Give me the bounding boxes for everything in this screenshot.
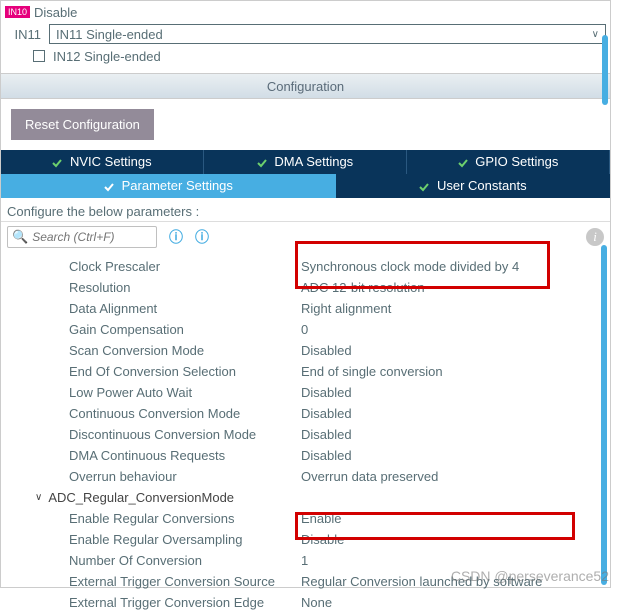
tab-nvic-label: NVIC Settings <box>70 154 152 169</box>
param-value: Disabled <box>301 385 352 400</box>
configuration-header: Configuration <box>1 73 610 99</box>
search-prev-icon[interactable]: ⓘ <box>169 227 183 247</box>
param-name: DMA Continuous Requests <box>21 448 301 463</box>
configure-params-label: Configure the below parameters : <box>1 198 610 222</box>
in11-select-value: IN11 Single-ended <box>56 27 163 42</box>
group-adc-regular[interactable]: ∨ ADC_Regular_ConversionMode <box>21 487 610 508</box>
search-input-box[interactable]: 🔍 <box>7 226 157 248</box>
in11-select[interactable]: IN11 Single-ended ∨ <box>49 24 606 44</box>
param-value: Disabled <box>301 406 352 421</box>
param-row[interactable]: Enable Regular ConversionsEnable <box>21 508 610 529</box>
check-icon <box>257 158 267 168</box>
param-name: Enable Regular Conversions <box>21 511 301 526</box>
param-value: Enable <box>301 511 341 526</box>
param-row[interactable]: Data AlignmentRight alignment <box>21 298 610 319</box>
param-value: Disabled <box>301 427 352 442</box>
pin-in10-tag: IN10 <box>5 6 30 18</box>
param-value: None <box>301 595 332 610</box>
check-icon <box>419 182 429 192</box>
param-value: Disabled <box>301 343 352 358</box>
tab-parameter-settings[interactable]: Parameter Settings <box>1 174 336 198</box>
param-row[interactable]: Scan Conversion ModeDisabled <box>21 340 610 361</box>
param-row[interactable]: ResolutionADC 12-bit resolution <box>21 277 610 298</box>
watermark: CSDN @perseverance52 <box>451 568 609 584</box>
param-name: External Trigger Conversion Source <box>21 574 301 589</box>
info-icon[interactable]: i <box>586 228 604 246</box>
tab-gpio-settings[interactable]: GPIO Settings <box>407 150 610 174</box>
param-value: Disable <box>301 532 344 547</box>
check-icon <box>104 182 114 192</box>
param-name: Enable Regular Oversampling <box>21 532 301 547</box>
param-value: Right alignment <box>301 301 391 316</box>
param-row[interactable]: Gain Compensation0 <box>21 319 610 340</box>
tab-gpio-label: GPIO Settings <box>475 154 558 169</box>
param-value: 0 <box>301 322 308 337</box>
group-label: ADC_Regular_ConversionMode <box>48 490 234 505</box>
scrollbar-top[interactable] <box>602 35 608 105</box>
param-row[interactable]: External Trigger Conversion EdgeNone <box>21 592 610 613</box>
param-name: Continuous Conversion Mode <box>21 406 301 421</box>
scrollbar-params[interactable] <box>601 245 607 585</box>
in11-label: IN11 <box>5 27 45 42</box>
param-value: Overrun data preserved <box>301 469 438 484</box>
check-icon <box>458 158 468 168</box>
param-name: Low Power Auto Wait <box>21 385 301 400</box>
tab-nvic-settings[interactable]: NVIC Settings <box>1 150 204 174</box>
tab-user-constants[interactable]: User Constants <box>336 174 610 198</box>
chevron-down-icon: ∨ <box>35 492 42 503</box>
param-row[interactable]: Enable Regular OversamplingDisable <box>21 529 610 550</box>
param-row[interactable]: Discontinuous Conversion ModeDisabled <box>21 424 610 445</box>
param-row[interactable]: Low Power Auto WaitDisabled <box>21 382 610 403</box>
param-name: End Of Conversion Selection <box>21 364 301 379</box>
tab-user-label: User Constants <box>437 178 527 193</box>
param-name: External Trigger Conversion Edge <box>21 595 301 610</box>
param-name: Number Of Conversion <box>21 553 301 568</box>
in12-label: IN12 Single-ended <box>53 49 161 64</box>
param-name: Overrun behaviour <box>21 469 301 484</box>
param-row[interactable]: Continuous Conversion ModeDisabled <box>21 403 610 424</box>
param-name: Clock Prescaler <box>21 259 301 274</box>
tab-dma-settings[interactable]: DMA Settings <box>204 150 407 174</box>
param-value: Disabled <box>301 448 352 463</box>
param-name: Gain Compensation <box>21 322 301 337</box>
param-row[interactable]: Clock PrescalerSynchronous clock mode di… <box>21 256 610 277</box>
param-value: 1 <box>301 553 308 568</box>
param-row[interactable]: DMA Continuous RequestsDisabled <box>21 445 610 466</box>
param-name: Discontinuous Conversion Mode <box>21 427 301 442</box>
param-name: Resolution <box>21 280 301 295</box>
param-row[interactable]: Overrun behaviourOverrun data preserved <box>21 466 610 487</box>
param-name: Scan Conversion Mode <box>21 343 301 358</box>
search-next-icon[interactable]: ⓘ <box>195 227 209 247</box>
tab-param-label: Parameter Settings <box>122 178 233 193</box>
tab-dma-label: DMA Settings <box>274 154 353 169</box>
param-name: Data Alignment <box>21 301 301 316</box>
chevron-down-icon: ∨ <box>592 29 599 40</box>
reset-configuration-button[interactable]: Reset Configuration <box>11 109 154 140</box>
in12-checkbox[interactable] <box>33 50 45 62</box>
param-value: Synchronous clock mode divided by 4 <box>301 259 519 274</box>
param-row[interactable]: End Of Conversion SelectionEnd of single… <box>21 361 610 382</box>
in10-disable-text: Disable <box>34 5 77 20</box>
search-input[interactable] <box>32 230 142 244</box>
search-icon: 🔍 <box>12 229 28 245</box>
param-value: ADC 12-bit resolution <box>301 280 425 295</box>
check-icon <box>52 158 62 168</box>
param-value: End of single conversion <box>301 364 443 379</box>
